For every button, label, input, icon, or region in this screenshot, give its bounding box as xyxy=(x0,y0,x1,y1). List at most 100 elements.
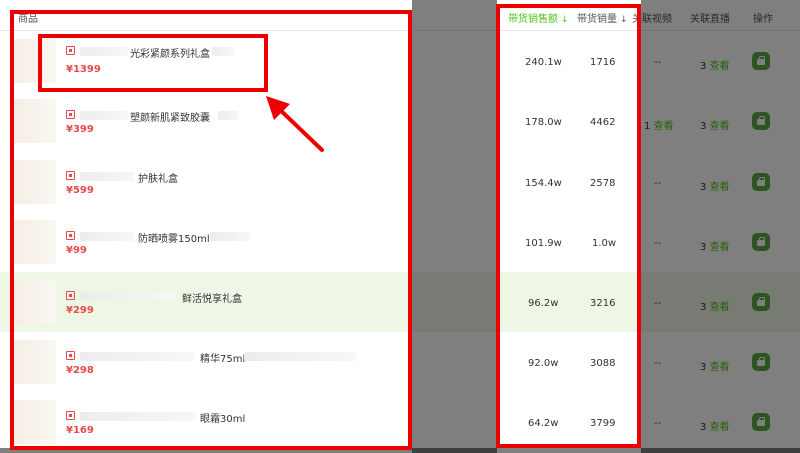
linked-live: 3 查看 xyxy=(700,298,730,313)
blurred-text xyxy=(80,292,176,301)
blurred-text xyxy=(80,172,134,181)
sales-volume: 3799 xyxy=(590,418,616,429)
view-link[interactable]: 查看 xyxy=(710,302,730,313)
product-name[interactable]: 护肤礼盒 xyxy=(138,170,178,185)
sort-down-icon[interactable]: ↓ xyxy=(561,15,569,25)
cart-icon[interactable] xyxy=(752,413,770,431)
live-count: 3 xyxy=(700,121,707,132)
blurred-text xyxy=(212,47,234,56)
header-linked-videos[interactable]: 关联视频 xyxy=(632,10,672,25)
store-tag-icon xyxy=(66,351,75,360)
annotation-arrow-icon xyxy=(266,96,324,152)
store-tag-icon xyxy=(66,231,75,240)
product-thumbnail[interactable] xyxy=(12,220,56,264)
cart-icon[interactable] xyxy=(752,233,770,251)
product-name[interactable]: 精华75ml xyxy=(200,350,245,365)
table-row[interactable]: 护肤礼盒 ¥599 154.4w 2578 -- 3 查看 xyxy=(0,152,800,212)
header-sales-volume-label: 带货销量 xyxy=(577,14,617,25)
blurred-text xyxy=(80,111,128,120)
linked-live: 3 查看 xyxy=(700,418,730,433)
product-name[interactable]: 眼霜30ml xyxy=(200,410,245,425)
sales-amount: 96.2w xyxy=(528,298,559,309)
table-row[interactable]: 鲜活悦享礼盒 ¥299 96.2w 3216 -- 3 查看 xyxy=(0,272,800,332)
table-header: 商品 带货销售额 ↓ 带货销量 ↓ 关联视频 关联直播 操作 xyxy=(0,0,800,31)
store-tag-icon xyxy=(66,110,75,119)
blurred-text xyxy=(80,232,134,241)
blurred-text xyxy=(80,47,128,56)
linked-live: 3 查看 xyxy=(700,178,730,193)
header-sales-amount[interactable]: 带货销售额 ↓ xyxy=(508,10,569,25)
blurred-text xyxy=(80,352,194,361)
live-count: 3 xyxy=(700,61,707,72)
table-row[interactable]: 眼霜30ml ¥169 64.2w 3799 -- 3 查看 xyxy=(0,392,800,452)
sales-volume: 1716 xyxy=(590,57,616,68)
header-product: 商品 xyxy=(18,14,38,25)
store-tag-icon xyxy=(66,411,75,420)
cart-icon[interactable] xyxy=(752,353,770,371)
store-tag-icon xyxy=(66,46,75,55)
product-name[interactable]: 光彩紧颜系列礼盒 xyxy=(130,45,210,60)
sales-amount: 92.0w xyxy=(528,358,559,369)
cart-icon[interactable] xyxy=(752,293,770,311)
table-row[interactable]: 塑颜新肌紧致胶囊 ¥399 178.0w 4462 1 查看 3 查看 xyxy=(0,91,800,151)
table-row[interactable]: 光彩紧颜系列礼盒 ¥1399 240.1w 1716 -- 3 查看 xyxy=(0,31,800,91)
blurred-text xyxy=(244,352,356,361)
cart-icon[interactable] xyxy=(752,173,770,191)
sales-volume: 1.0w xyxy=(592,238,617,249)
sales-amount: 178.0w xyxy=(525,117,562,128)
product-price: ¥298 xyxy=(66,365,94,376)
cart-icon[interactable] xyxy=(752,52,770,70)
product-price: ¥99 xyxy=(66,245,87,256)
sort-icon[interactable]: ↓ xyxy=(620,15,628,25)
live-count: 3 xyxy=(700,422,707,433)
linked-live: 3 查看 xyxy=(700,57,730,72)
view-link[interactable]: 查看 xyxy=(710,362,730,373)
linked-live: 3 查看 xyxy=(700,358,730,373)
live-count: 3 xyxy=(700,362,707,373)
table-row[interactable]: 精华75ml ¥298 92.0w 3088 -- 3 查看 xyxy=(0,332,800,392)
store-tag-icon xyxy=(66,291,75,300)
blurred-text xyxy=(218,111,238,120)
linked-live: 3 查看 xyxy=(700,238,730,253)
blurred-text xyxy=(80,412,196,421)
header-action: 操作 xyxy=(753,14,773,25)
product-price: ¥599 xyxy=(66,185,94,196)
view-link[interactable]: 查看 xyxy=(654,121,674,132)
product-thumbnail[interactable] xyxy=(12,160,56,204)
linked-videos: -- xyxy=(654,57,662,68)
sales-amount: 154.4w xyxy=(525,178,562,189)
sales-amount: 101.9w xyxy=(525,238,562,249)
view-link[interactable]: 查看 xyxy=(710,61,730,72)
cart-icon[interactable] xyxy=(752,112,770,130)
linked-videos: -- xyxy=(654,178,662,189)
product-price: ¥399 xyxy=(66,124,94,135)
product-thumbnail[interactable] xyxy=(12,340,56,384)
product-thumbnail[interactable] xyxy=(12,99,56,143)
product-name[interactable]: 鲜活悦享礼盒 xyxy=(182,290,242,305)
product-thumbnail[interactable] xyxy=(12,400,56,444)
sales-volume: 2578 xyxy=(590,178,616,189)
sales-volume: 4462 xyxy=(590,117,616,128)
header-linked-live[interactable]: 关联直播 xyxy=(690,10,730,25)
header-sales-volume[interactable]: 带货销量 ↓ xyxy=(577,10,628,25)
view-link[interactable]: 查看 xyxy=(710,182,730,193)
view-link[interactable]: 查看 xyxy=(710,422,730,433)
table-row[interactable]: 防晒喷雾150ml ¥99 101.9w 1.0w -- 3 查看 xyxy=(0,212,800,272)
header-sales-amount-label: 带货销售额 xyxy=(508,14,558,25)
product-table: 商品 带货销售额 ↓ 带货销量 ↓ 关联视频 关联直播 操作 光彩紧颜系列礼盒 ¥1… xyxy=(0,0,800,453)
view-link[interactable]: 查看 xyxy=(710,121,730,132)
product-name[interactable]: 防晒喷雾150ml xyxy=(138,230,210,245)
product-thumbnail[interactable] xyxy=(12,280,56,324)
product-name[interactable]: 塑颜新肌紧致胶囊 xyxy=(130,109,210,124)
linked-videos: 1 查看 xyxy=(644,117,674,132)
sales-amount: 64.2w xyxy=(528,418,559,429)
linked-videos: -- xyxy=(654,418,662,429)
product-price: ¥1399 xyxy=(66,64,101,75)
linked-videos: -- xyxy=(654,238,662,249)
linked-videos: -- xyxy=(654,298,662,309)
sales-amount: 240.1w xyxy=(525,57,562,68)
view-link[interactable]: 查看 xyxy=(710,242,730,253)
sales-volume: 3216 xyxy=(590,298,616,309)
product-thumbnail[interactable] xyxy=(12,39,56,83)
live-count: 3 xyxy=(700,182,707,193)
